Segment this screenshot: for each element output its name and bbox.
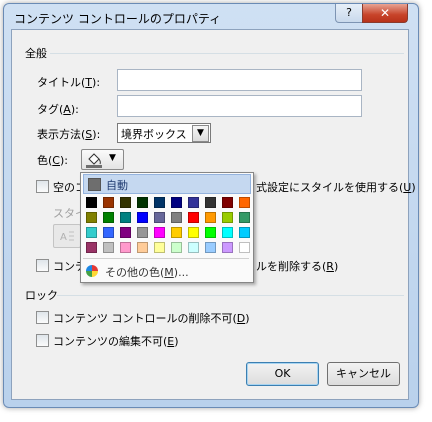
color-picker-button[interactable]: ▼ (81, 149, 124, 170)
no-edit-checkbox[interactable] (36, 334, 49, 347)
color-swatch[interactable] (120, 212, 131, 223)
paint-bucket-icon (86, 153, 102, 168)
color-swatch[interactable] (86, 227, 97, 238)
color-swatch[interactable] (86, 197, 97, 208)
svg-text:A: A (60, 232, 67, 243)
close-button[interactable]: ✕ (362, 4, 408, 23)
show-as-select[interactable]: 境界ボックス ▼ (117, 123, 211, 143)
color-swatch[interactable] (239, 197, 250, 208)
show-as-value: 境界ボックス (121, 128, 187, 141)
cancel-button[interactable]: キャンセル (327, 362, 400, 386)
color-swatch[interactable] (205, 197, 216, 208)
use-style-checkbox[interactable] (36, 180, 49, 193)
color-swatch[interactable] (239, 242, 250, 253)
color-swatch[interactable] (154, 242, 165, 253)
chevron-down-icon: ▼ (109, 153, 116, 163)
more-colors-option[interactable]: その他の色(M)... (105, 264, 189, 280)
show-as-label: 表示方法(S): (37, 128, 101, 141)
chevron-down-icon: ▼ (192, 125, 209, 142)
color-swatch[interactable] (188, 227, 199, 238)
color-swatch[interactable] (171, 212, 182, 223)
general-section-divider (50, 53, 404, 54)
color-label: 色(C): (37, 154, 68, 167)
color-swatch[interactable] (137, 197, 148, 208)
color-palette-icon (86, 265, 98, 277)
window-title: コンテンツ コントロールのプロパティ (14, 12, 222, 26)
automatic-color-swatch (88, 178, 101, 191)
color-swatch[interactable] (239, 212, 250, 223)
help-button[interactable]: ? (335, 4, 363, 23)
lock-section-label: ロック (25, 289, 58, 302)
color-swatch[interactable] (120, 227, 131, 238)
color-swatch[interactable] (205, 242, 216, 253)
color-palette-popup: 自動 その他の色(M)... (80, 172, 254, 283)
color-swatch[interactable] (222, 227, 233, 238)
tag-label: タグ(A): (37, 103, 79, 116)
remove-control-label-right: ルを削除する(R) (256, 260, 339, 273)
automatic-color-label: 自動 (106, 179, 128, 192)
color-swatch[interactable] (205, 227, 216, 238)
color-swatch[interactable] (103, 212, 114, 223)
color-swatch[interactable] (171, 242, 182, 253)
title-label: タイトル(T): (37, 76, 101, 89)
color-swatch[interactable] (137, 212, 148, 223)
style-icon: A (60, 231, 74, 243)
color-swatch[interactable] (239, 227, 250, 238)
no-delete-checkbox[interactable] (36, 311, 49, 324)
use-style-label-right: 式設定にスタイルを使用する(U) (256, 181, 416, 194)
color-swatch[interactable] (154, 227, 165, 238)
color-swatch[interactable] (86, 212, 97, 223)
lock-section-divider (57, 295, 404, 296)
color-swatch[interactable] (137, 242, 148, 253)
ok-button[interactable]: OK (246, 362, 319, 386)
color-swatch[interactable] (154, 197, 165, 208)
remove-control-checkbox[interactable] (36, 259, 49, 272)
no-edit-label: コンテンツの編集不可(E) (53, 335, 179, 348)
color-swatch[interactable] (120, 197, 131, 208)
color-swatch[interactable] (103, 227, 114, 238)
color-swatch[interactable] (222, 242, 233, 253)
color-swatch[interactable] (137, 227, 148, 238)
no-delete-label: コンテンツ コントロールの削除不可(D) (53, 312, 250, 325)
color-swatch[interactable] (222, 197, 233, 208)
color-swatch[interactable] (120, 242, 131, 253)
color-swatch[interactable] (222, 212, 233, 223)
color-swatch[interactable] (154, 212, 165, 223)
color-swatch[interactable] (188, 242, 199, 253)
color-swatch[interactable] (188, 197, 199, 208)
general-section-label: 全般 (25, 47, 47, 60)
popup-divider (83, 258, 249, 259)
automatic-color-option[interactable]: 自動 (83, 174, 251, 194)
tag-input[interactable] (117, 95, 362, 117)
color-swatch[interactable] (171, 227, 182, 238)
color-swatch[interactable] (103, 242, 114, 253)
color-swatch[interactable] (171, 197, 182, 208)
color-swatch[interactable] (86, 242, 97, 253)
new-style-button[interactable]: A (53, 224, 81, 248)
color-swatch[interactable] (188, 212, 199, 223)
color-swatch[interactable] (205, 212, 216, 223)
title-input[interactable] (117, 69, 362, 91)
color-swatch[interactable] (103, 197, 114, 208)
